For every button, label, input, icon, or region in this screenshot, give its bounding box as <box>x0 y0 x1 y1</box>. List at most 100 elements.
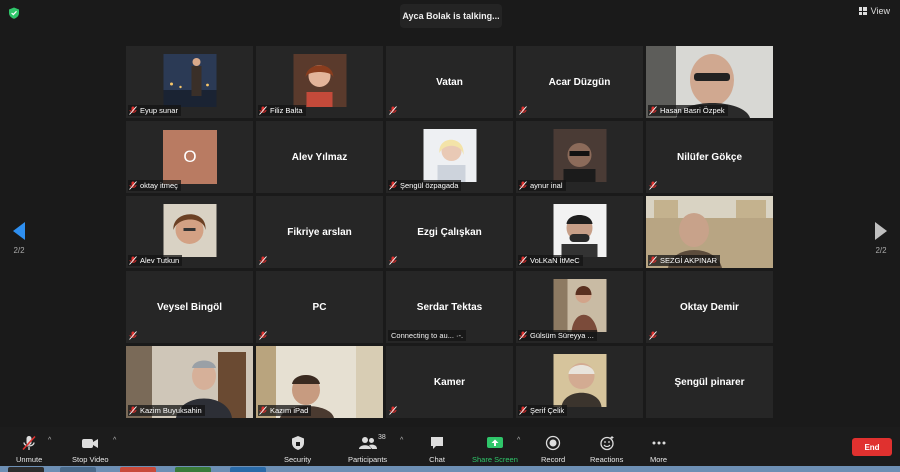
participant-tile[interactable]: Filiz Balta <box>256 46 383 118</box>
participant-label: Alev Tutkun <box>128 255 183 266</box>
participant-label: Filiz Balta <box>258 105 306 116</box>
arrow-left-icon <box>13 222 25 240</box>
chat-button[interactable]: Chat <box>429 435 445 464</box>
video-camera-icon <box>82 439 99 448</box>
participant-name: Şengül özpagada <box>400 181 459 190</box>
view-button[interactable]: View <box>858 6 890 16</box>
meeting-toolbar: Unmute ^ Stop Video ^ Security Participa… <box>0 427 900 472</box>
mic-off-icon <box>519 181 527 190</box>
participant-label: Hasan Basri Özpek <box>648 105 728 116</box>
participant-tile[interactable]: O oktay itmeç <box>126 121 253 193</box>
video-options-caret[interactable]: ^ <box>113 437 116 444</box>
participant-name-center: Acar Düzgün <box>548 76 611 88</box>
active-speaker-banner: Ayca Bolak is talking... <box>400 4 502 28</box>
participant-name: Alev Tutkun <box>140 256 180 265</box>
more-label: More <box>650 455 668 464</box>
participant-tile[interactable]: Hasan Basri Özpek <box>646 46 773 118</box>
stop-video-button[interactable]: Stop Video <box>72 435 109 464</box>
participant-name-center: Vatan <box>436 76 463 88</box>
share-screen-button[interactable]: Share Screen <box>472 435 518 464</box>
participant-tile[interactable]: Ezgi Çalışkan <box>386 196 513 268</box>
record-button[interactable]: Record <box>541 435 565 464</box>
mic-off-icon <box>129 256 137 265</box>
record-label: Record <box>541 455 566 464</box>
mic-off-icon <box>389 106 397 115</box>
participant-tile[interactable]: Kazim Buyuksahin <box>126 346 253 418</box>
participant-tile[interactable]: Şerif Çelik <box>516 346 643 418</box>
participant-tile[interactable]: Kamer <box>386 346 513 418</box>
participant-tile[interactable]: Şengül pinarer <box>646 346 773 418</box>
mic-off-icon <box>649 181 657 190</box>
participant-label: Şerif Çelik <box>518 405 568 416</box>
participant-photo <box>553 129 606 182</box>
participant-photo <box>553 204 606 257</box>
participant-label: Şengül özpagada <box>388 180 462 191</box>
participant-tile[interactable]: Kazım iPad <box>256 346 383 418</box>
mic-off-icon <box>519 406 527 415</box>
participant-label: Kazım iPad <box>258 405 312 416</box>
participants-count: 38 <box>378 434 386 441</box>
participant-label: aynur inal <box>518 180 566 191</box>
participants-icon <box>358 437 377 449</box>
os-taskbar <box>0 466 900 472</box>
participant-name-center: Şengül pinarer <box>674 376 745 388</box>
participant-tile[interactable]: Gülsüm Süreyya ... <box>516 271 643 343</box>
stop-video-label: Stop Video <box>72 455 109 464</box>
participant-name: Kazım iPad <box>270 406 309 415</box>
participant-label: Kazim Buyuksahin <box>128 405 205 416</box>
end-meeting-button[interactable]: End <box>852 438 892 456</box>
participant-tile[interactable]: Acar Düzgün <box>516 46 643 118</box>
participant-photo <box>553 279 606 332</box>
participant-name: Kazim Buyuksahin <box>140 406 202 415</box>
participant-label: Gülsüm Süreyya ... <box>518 330 597 341</box>
participant-tile[interactable]: Şengül özpagada <box>386 121 513 193</box>
participant-tile[interactable]: PC <box>256 271 383 343</box>
unmute-button[interactable]: Unmute <box>16 435 42 464</box>
share-screen-label: Share Screen <box>472 455 518 464</box>
mic-off-icon <box>519 331 527 340</box>
participant-name-center: Ezgi Çalışkan <box>417 226 482 238</box>
participant-tile[interactable]: Fikriye arslan <box>256 196 383 268</box>
next-page-button[interactable]: 2/2 <box>871 222 891 255</box>
participant-tile[interactable]: SEZGİ AKPINAR <box>646 196 773 268</box>
participant-tile[interactable]: aynur inal <box>516 121 643 193</box>
mic-off-icon <box>389 181 397 190</box>
security-label: Security <box>284 455 312 464</box>
previous-page-button[interactable]: 2/2 <box>9 222 29 255</box>
participants-options-caret[interactable]: ^ <box>400 437 403 444</box>
participant-tile[interactable]: Eyup sunar <box>126 46 253 118</box>
mic-off-icon <box>129 181 137 190</box>
mic-off-icon <box>649 106 657 115</box>
reactions-label: Reactions <box>590 455 624 464</box>
participant-name-center: PC <box>312 301 327 313</box>
mic-muted-icon <box>22 435 36 451</box>
participant-tile[interactable]: Vatan <box>386 46 513 118</box>
participant-photo <box>553 354 606 407</box>
participant-tile[interactable]: Oktay Demir <box>646 271 773 343</box>
participant-name: VoLKaN İtMeC <box>530 256 580 265</box>
mic-off-icon <box>649 256 657 265</box>
audio-options-caret[interactable]: ^ <box>48 437 51 444</box>
participant-tile[interactable]: Nilüfer Gökçe <box>646 121 773 193</box>
share-options-caret[interactable]: ^ <box>517 437 520 444</box>
participant-tile[interactable]: Alev Yılmaz <box>256 121 383 193</box>
reactions-button[interactable]: Reactions <box>590 435 623 464</box>
security-shield-icon[interactable] <box>8 7 20 19</box>
participant-tile[interactable]: VoLKaN İtMeC <box>516 196 643 268</box>
participant-name-center: Kamer <box>433 376 466 388</box>
shield-icon <box>291 436 304 450</box>
mic-off-icon <box>259 406 267 415</box>
more-button[interactable]: More <box>650 435 667 464</box>
participant-tile[interactable]: Veysel Bingöl <box>126 271 253 343</box>
participant-name-center: Oktay Demir <box>680 301 739 313</box>
participant-name: Filiz Balta <box>270 106 303 115</box>
participant-name: Hasan Basri Özpek <box>660 106 725 115</box>
security-button[interactable]: Security <box>284 435 311 464</box>
participant-tile[interactable]: Alev Tutkun <box>126 196 253 268</box>
arrow-right-icon <box>875 222 887 240</box>
view-label: View <box>870 6 890 16</box>
participant-tile[interactable]: Serdar Tektas Connecting to au... ·-. <box>386 271 513 343</box>
page-indicator-left: 2/2 <box>13 246 25 255</box>
participant-label: oktay itmeç <box>128 180 181 191</box>
record-icon <box>545 435 561 451</box>
